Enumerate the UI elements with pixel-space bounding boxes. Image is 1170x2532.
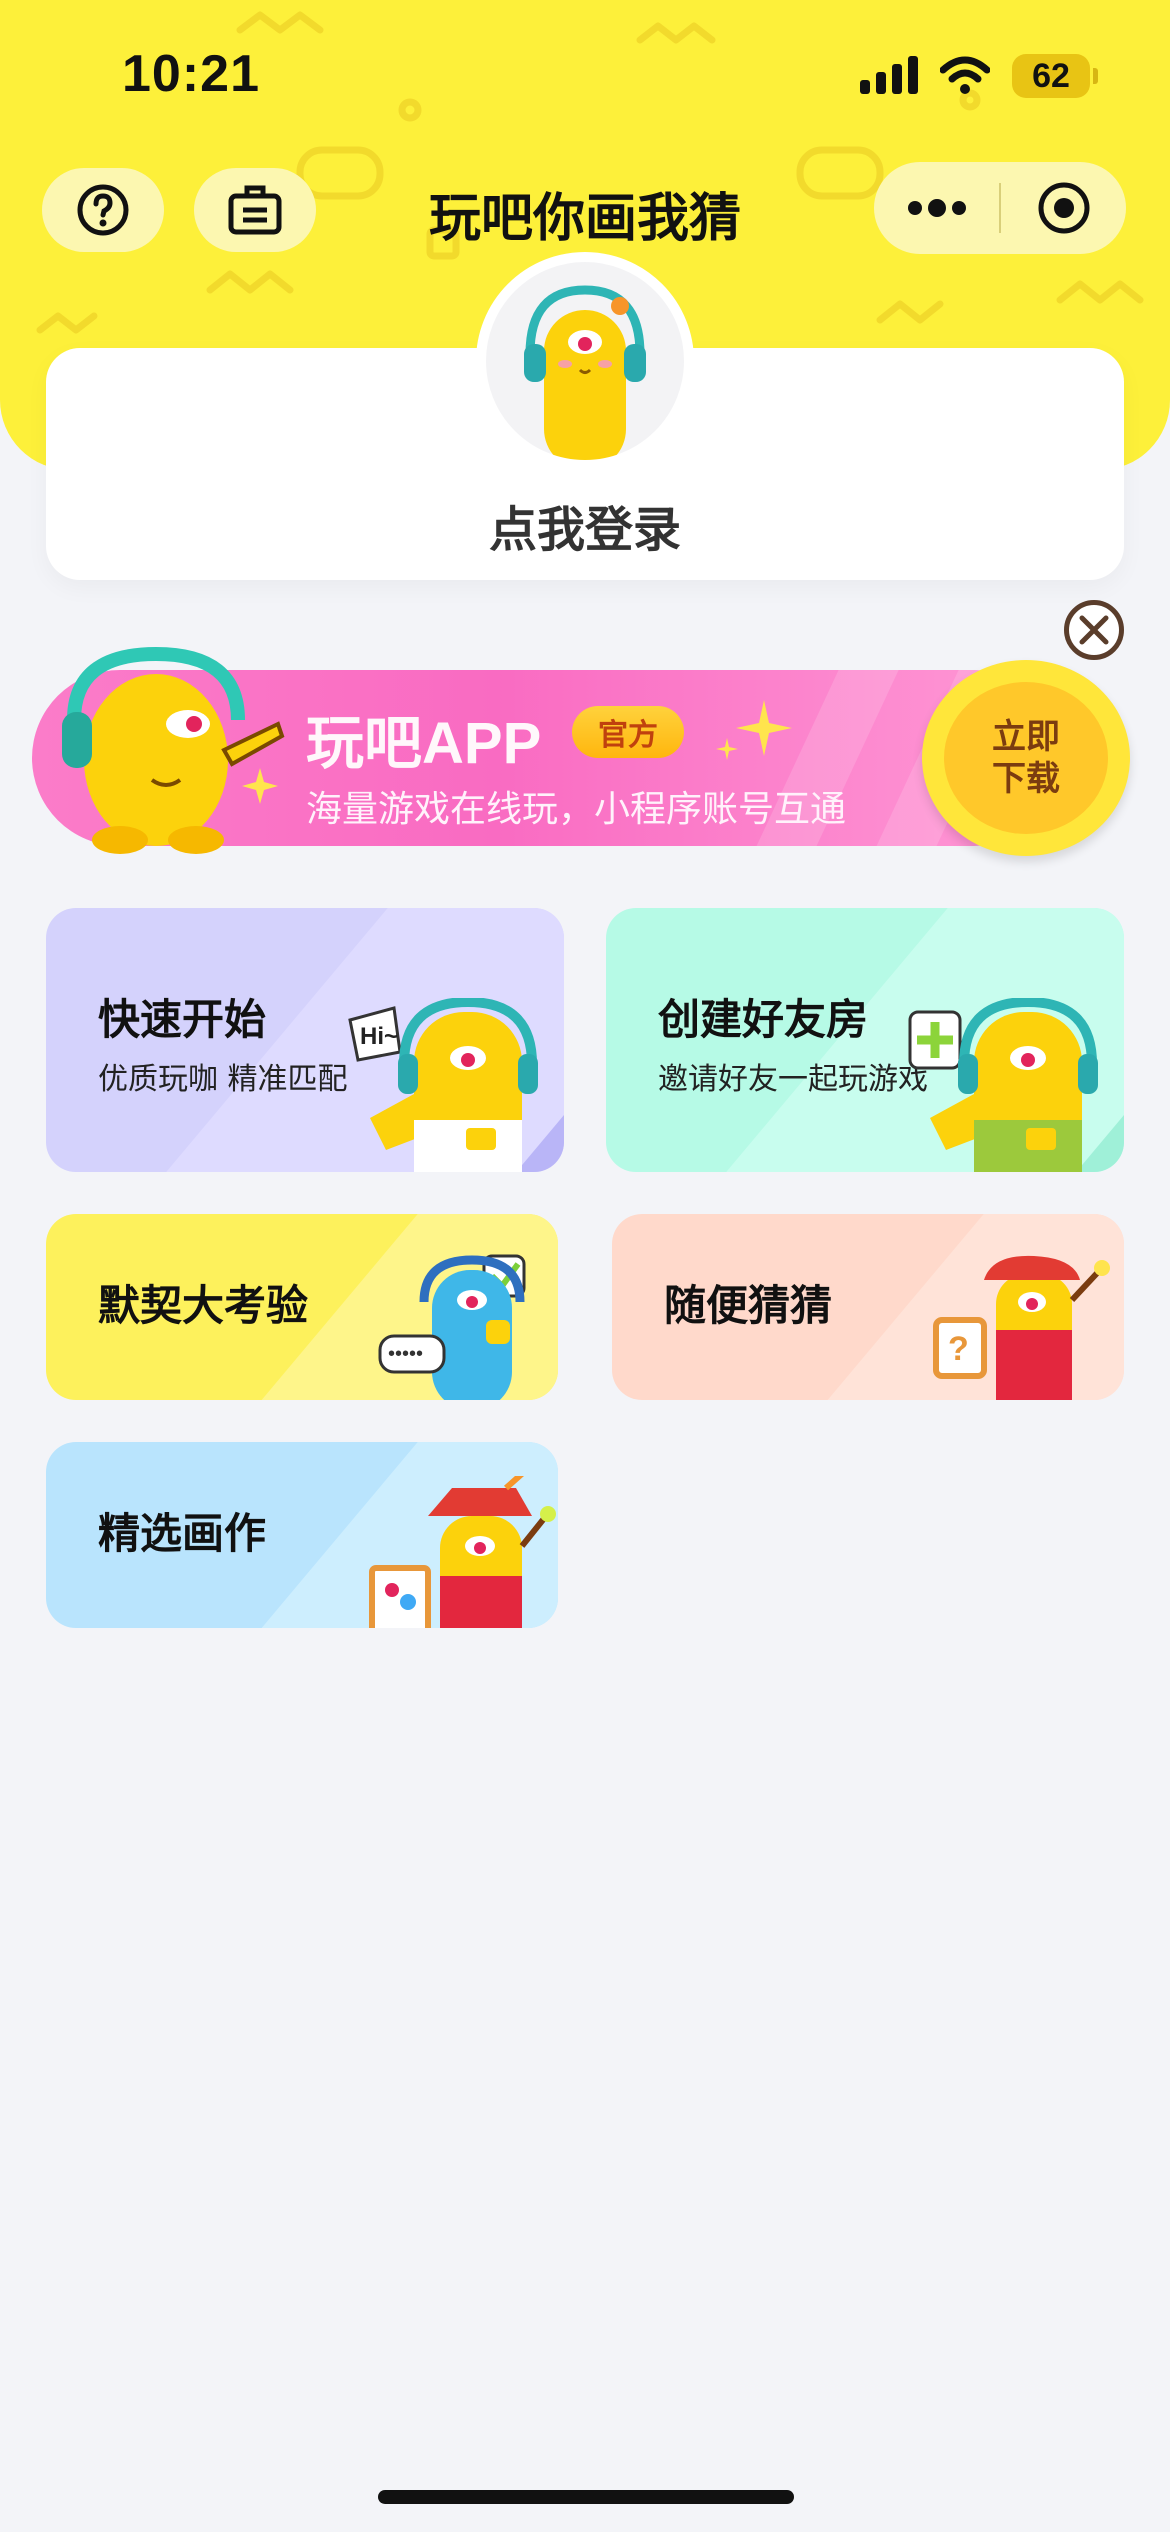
more-button[interactable] (874, 162, 999, 254)
close-mini-program-button[interactable] (1001, 162, 1126, 254)
sparkle-icon (716, 738, 738, 760)
mascot-avatar-icon (524, 285, 646, 460)
banner-subtitle: 海量游戏在线玩，小程序账号互通 (306, 789, 847, 830)
download-button[interactable]: 立即 下载 (922, 660, 1130, 856)
mini-program-capsule (874, 162, 1126, 254)
quick-start-subtitle: 优质玩咖 精准匹配 (98, 1062, 348, 1097)
featured-art-title: 精选画作 (98, 1509, 267, 1558)
download-button-face: 立即 下载 (944, 682, 1108, 834)
friend-room-title: 创建好友房 (658, 995, 869, 1044)
random-guess-card[interactable]: 随便猜猜 ? (612, 1214, 1124, 1400)
random-guess-title: 随便猜猜 (664, 1281, 833, 1330)
friend-room-subtitle: 邀请好友一起玩游戏 (658, 1062, 928, 1097)
ellipsis-glyph: ••••• (388, 1343, 423, 1365)
invite-mascot-icon (908, 998, 1098, 1172)
friend-room-card[interactable]: 创建好友房 邀请好友一起玩游戏 (606, 908, 1124, 1172)
login-label[interactable]: 点我登录 (0, 490, 1170, 560)
status-indicators: 62 (860, 54, 1098, 98)
banner-mascot-icon (62, 646, 285, 854)
hi-bubble-text: Hi~ (360, 1023, 398, 1050)
close-icon (1079, 615, 1109, 645)
artist-mascot-icon (369, 1476, 556, 1628)
record-target-icon (1038, 182, 1089, 234)
featured-art-card[interactable]: 精选画作 (46, 1442, 558, 1628)
sparkle-icon (736, 700, 792, 756)
tacit-test-title: 默契大考验 (98, 1281, 309, 1330)
home-indicator[interactable] (378, 2490, 794, 2504)
banner-badge: 官方 (572, 706, 684, 758)
cellular-signal-icon (860, 56, 918, 94)
quick-start-card[interactable]: 快速开始 优质玩咖 精准匹配 Hi~ (46, 908, 564, 1172)
tacit-test-card[interactable]: 默契大考验 ••••• (46, 1214, 558, 1400)
chat-mascot-icon: ••••• (378, 1254, 526, 1400)
waving-mascot-icon: Hi~ (348, 998, 538, 1172)
banner-title: 玩吧APP (306, 711, 542, 776)
status-time: 10:21 (122, 45, 260, 103)
wifi-icon (940, 56, 990, 94)
battery-indicator: 62 (1012, 54, 1098, 98)
painter-mascot-icon: ? (933, 1255, 1110, 1400)
download-label-line2: 下载 (992, 759, 1060, 799)
banner-close-button[interactable] (1064, 600, 1124, 660)
more-dots-icon (907, 199, 966, 217)
avatar[interactable] (476, 252, 694, 470)
download-label-line1: 立即 (992, 717, 1060, 757)
question-mark-glyph: ? (948, 1330, 969, 1368)
quick-start-title: 快速开始 (98, 995, 267, 1044)
sparkle-icon (242, 768, 278, 804)
